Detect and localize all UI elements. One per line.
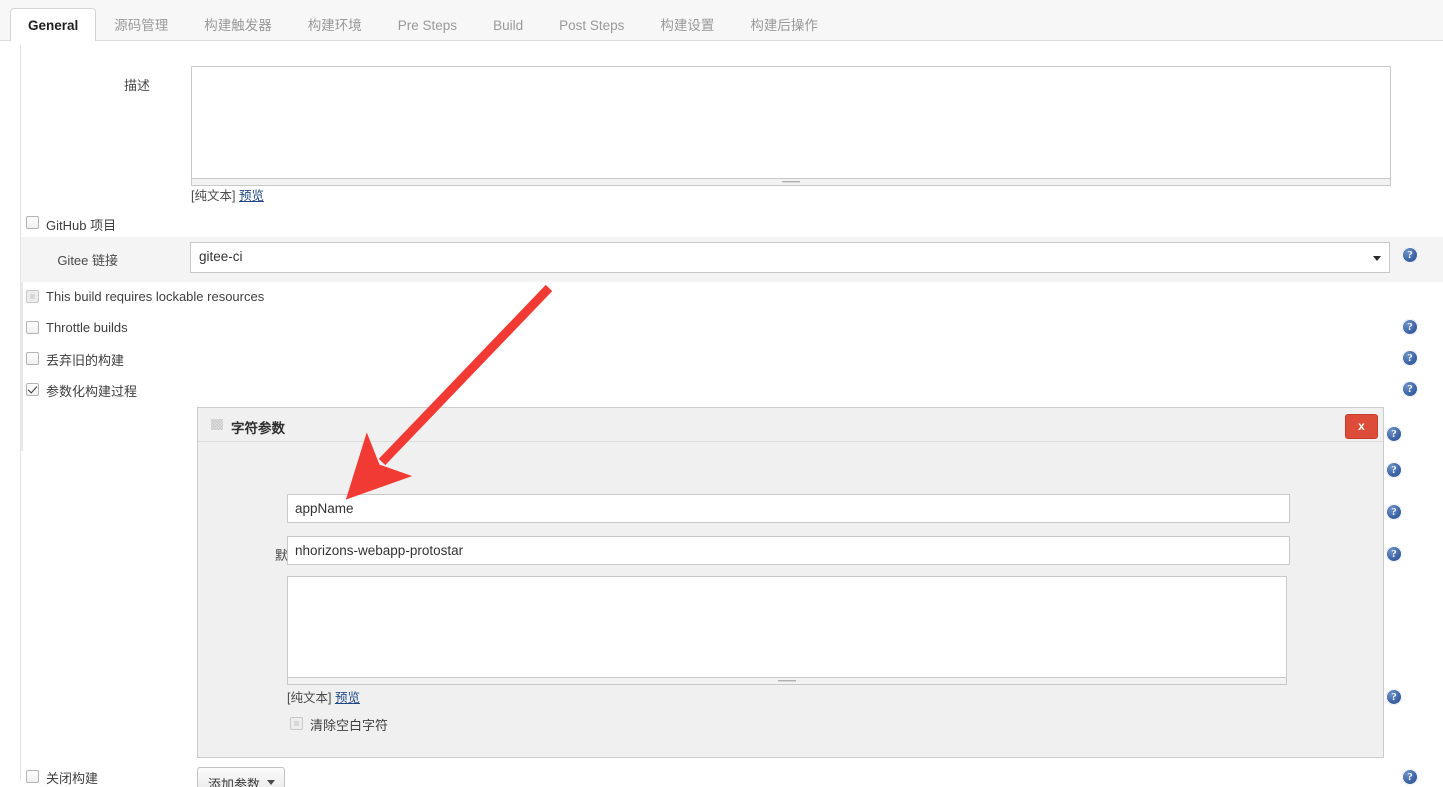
parameter-description-textarea[interactable] xyxy=(287,576,1287,678)
trim-whitespace-label: 清除空白字符 xyxy=(310,718,389,733)
discard-old-builds-label: 丢弃旧的构建 xyxy=(46,353,125,368)
close-icon: x xyxy=(1358,419,1365,433)
string-parameter-panel: 字符参数 x 名称 默认值 描述 [纯文本] 预览 清除空白字符 xyxy=(197,407,1384,758)
tab-label: 源码管理 xyxy=(114,18,169,33)
parameterized-build-checkbox[interactable] xyxy=(26,383,39,396)
tab-source-management[interactable]: 源码管理 xyxy=(96,8,186,41)
trim-whitespace-checkbox[interactable] xyxy=(290,717,303,730)
tab-label: Pre Steps xyxy=(397,18,458,33)
description-resize-grip[interactable] xyxy=(191,179,1391,186)
config-tab-bar: General 源码管理 构建触发器 构建环境 Pre Steps Build … xyxy=(0,0,1443,42)
tab-build-settings[interactable]: 构建设置 xyxy=(642,8,732,41)
help-icon[interactable] xyxy=(1386,426,1402,442)
gitee-link-select[interactable]: gitee-ci xyxy=(190,242,1390,273)
markup-type-text: [纯文本] xyxy=(191,189,236,203)
add-parameter-button[interactable]: 添加参数 xyxy=(197,767,285,787)
tab-label: 构建设置 xyxy=(660,18,715,33)
tab-pre-steps[interactable]: Pre Steps xyxy=(380,8,475,41)
parameter-default-input[interactable] xyxy=(287,536,1290,565)
parameter-description-resize-grip[interactable] xyxy=(287,678,1287,685)
disable-build-checkbox[interactable] xyxy=(26,770,39,783)
description-label: 描述 xyxy=(123,78,150,93)
chevron-down-icon xyxy=(1373,255,1381,261)
lockable-resources-checkbox[interactable] xyxy=(26,290,39,303)
description-preview-link[interactable]: 预览 xyxy=(239,189,264,203)
help-icon[interactable] xyxy=(1386,462,1402,478)
tab-post-steps[interactable]: Post Steps xyxy=(541,8,642,41)
tab-post-build-actions[interactable]: 构建后操作 xyxy=(732,8,836,41)
tab-general[interactable]: General xyxy=(10,8,97,42)
add-parameter-label: 添加参数 xyxy=(208,777,261,787)
tab-build[interactable]: Build xyxy=(475,8,541,41)
markup-type-text: [纯文本] xyxy=(287,691,332,705)
github-project-label: GitHub 项目 xyxy=(46,218,117,233)
throttle-builds-checkbox[interactable] xyxy=(26,321,39,334)
github-project-checkbox[interactable] xyxy=(26,216,39,229)
help-icon[interactable] xyxy=(1402,319,1418,335)
tab-label: General xyxy=(28,18,79,33)
disable-build-label: 关闭构建 xyxy=(46,771,99,786)
help-icon[interactable] xyxy=(1402,350,1418,366)
tab-label: Build xyxy=(493,18,524,33)
config-form: 描述 [纯文本] 预览 GitHub 项目 Gitee 链接 gitee-ci … xyxy=(0,41,1443,787)
gitee-link-selected-value: gitee-ci xyxy=(199,249,243,264)
tab-label: 构建后操作 xyxy=(750,18,818,33)
description-textarea[interactable] xyxy=(191,66,1391,179)
help-icon[interactable] xyxy=(1402,769,1418,785)
jenkins-job-config-page: General 源码管理 构建触发器 构建环境 Pre Steps Build … xyxy=(0,0,1443,787)
drag-handle-icon[interactable] xyxy=(211,419,223,430)
discard-old-builds-checkbox[interactable] xyxy=(26,352,39,365)
description-markup-note: [纯文本] 预览 xyxy=(191,185,264,204)
parameter-name-input[interactable] xyxy=(287,494,1290,523)
parameterized-build-label: 参数化构建过程 xyxy=(46,384,138,399)
parameter-preview-link[interactable]: 预览 xyxy=(335,691,360,705)
throttle-builds-label: Throttle builds xyxy=(46,320,128,335)
help-icon[interactable] xyxy=(1386,546,1402,562)
help-icon[interactable] xyxy=(1402,247,1418,263)
tab-label: 构建环境 xyxy=(307,18,362,33)
help-icon[interactable] xyxy=(1386,689,1402,705)
gitee-link-label: Gitee 链接 xyxy=(57,253,118,268)
tab-label: 构建触发器 xyxy=(204,18,272,33)
remove-parameter-button[interactable]: x xyxy=(1345,414,1378,439)
help-icon[interactable] xyxy=(1386,504,1402,520)
tab-label: Post Steps xyxy=(559,18,625,33)
tab-build-triggers[interactable]: 构建触发器 xyxy=(186,8,290,41)
parameter-markup-note: [纯文本] 预览 xyxy=(287,687,360,706)
tab-build-environment[interactable]: 构建环境 xyxy=(290,8,380,41)
string-parameter-header: 字符参数 x xyxy=(198,408,1383,442)
lockable-resources-label: This build requires lockable resources xyxy=(46,289,265,304)
string-parameter-title: 字符参数 xyxy=(231,421,285,436)
chevron-down-icon xyxy=(267,780,275,785)
help-icon[interactable] xyxy=(1402,381,1418,397)
